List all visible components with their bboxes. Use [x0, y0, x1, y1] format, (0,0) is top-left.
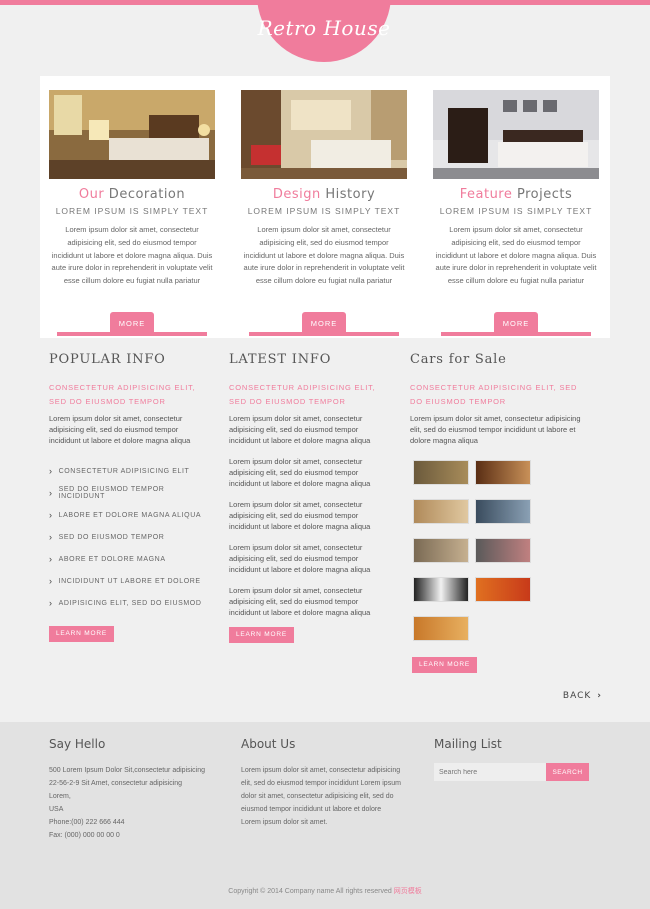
latest-paragraph: Lorem ipsum dolor sit amet, consectetur … — [229, 457, 371, 488]
mailing-form: SEARCH — [434, 763, 604, 781]
footer-mailing: Mailing List SEARCH — [434, 737, 604, 781]
gallery-thumb[interactable] — [413, 499, 469, 524]
section-body: Lorem ipsum dolor sit amet, consectetur … — [49, 414, 191, 445]
footer-about: About Us Lorem ipsum dolor sit amet, con… — [241, 737, 401, 829]
gallery-thumb[interactable] — [475, 577, 531, 602]
gallery-thumb[interactable] — [413, 460, 469, 485]
bedroom-photo — [49, 90, 215, 179]
learn-more-button[interactable]: Learn more — [49, 625, 114, 642]
section-title: POPULAR INFO — [49, 352, 166, 367]
latest-paragraph: Lorem ipsum dolor sit amet, consectetur … — [229, 543, 371, 574]
learn-more-button[interactable]: Learn more — [412, 656, 477, 673]
bedroom-photo — [241, 90, 407, 179]
section-lead: Consectetur adipisicing elit, sed do eiu… — [49, 383, 196, 406]
latest-info-section: LATEST INFO Consectetur adipisicing elit… — [229, 352, 389, 643]
address-block: 500 Lorem Ipsum Dolor Sit,consectetur ad… — [49, 767, 206, 839]
popular-link-list: › Consectetur adipisicing elit › Sed do ei… — [49, 460, 209, 614]
list-item[interactable]: › Adipisicing elit, sed do eiusmod — [49, 592, 209, 614]
footer-say-hello: Say Hello 500 Lorem Ipsum Dolor Sit,cons… — [49, 737, 219, 842]
learn-more-button[interactable]: Learn more — [229, 626, 294, 643]
footer-title: Say Hello — [49, 737, 106, 751]
feature-subtitle: Lorem ipsum is simply text — [247, 206, 401, 216]
list-item[interactable]: › Sed do eiusmod tempor incididunt — [49, 482, 209, 504]
gallery-thumb[interactable] — [475, 538, 531, 563]
popular-info-section: POPULAR INFO Consectetur adipisicing eli… — [49, 352, 209, 642]
latest-paragraph: Lorem ipsum dolor sit amet, consectetur … — [229, 586, 371, 617]
more-button[interactable]: MORE — [110, 312, 154, 334]
back-link[interactable]: BACK › — [563, 691, 602, 701]
gallery-thumb[interactable] — [475, 460, 531, 485]
gallery-thumb[interactable] — [413, 538, 469, 563]
chevron-right-icon: › — [49, 488, 53, 498]
footer-title: About Us — [241, 737, 296, 751]
chevron-right-icon: › — [49, 598, 53, 608]
logo-text: Retro House — [257, 16, 391, 40]
chevron-right-icon: › — [49, 466, 53, 476]
feature-projects: Feature Projects Lorem ipsum is simply t… — [433, 90, 599, 336]
site-logo[interactable]: Retro House — [257, 0, 391, 62]
mailing-search-button[interactable]: SEARCH — [546, 763, 589, 781]
list-item[interactable]: › Sed do eiusmod tempor — [49, 526, 209, 548]
section-title: LATEST INFO — [229, 352, 332, 367]
section-lead: Consectetur adipisicing elit, sed do eiu… — [410, 383, 578, 406]
section-body: Lorem ipsum dolor sit amet, consectetur … — [410, 414, 581, 445]
list-item[interactable]: › Labore et dolore magna aliqua — [49, 504, 209, 526]
list-item[interactable]: › Abore et dolore magna — [49, 548, 209, 570]
feature-body: Lorem ipsum dolor sit amet, consectetur … — [243, 225, 405, 286]
feature-history: Design History Lorem ipsum is simply tex… — [241, 90, 407, 336]
feature-decoration: Our Decoration Lorem ipsum is simply tex… — [49, 90, 215, 336]
photo-gallery — [413, 460, 590, 641]
footer-title: Mailing List — [434, 737, 502, 751]
section-title: Cars for Sale — [410, 352, 507, 367]
more-button[interactable]: MORE — [302, 312, 346, 334]
chevron-right-icon: › — [49, 554, 53, 564]
chevron-right-icon: › — [49, 532, 53, 542]
more-button[interactable]: MORE — [494, 312, 538, 334]
feature-subtitle: Lorem ipsum is simply text — [439, 206, 593, 216]
feature-title: Feature Projects — [459, 187, 573, 202]
section-lead: Consectetur adipisicing elit, sed do eiu… — [229, 383, 376, 406]
list-item[interactable]: › Incididunt ut labore et dolore — [49, 570, 209, 592]
about-text: Lorem ipsum dolor sit amet, consectetur … — [241, 767, 401, 826]
feature-body: Lorem ipsum dolor sit amet, consectetur … — [435, 225, 597, 286]
chevron-right-icon: › — [597, 691, 602, 701]
feature-subtitle: Lorem ipsum is simply text — [55, 206, 209, 216]
feature-body: Lorem ipsum dolor sit amet, consectetur … — [51, 225, 213, 286]
latest-paragraph: Lorem ipsum dolor sit amet, consectetur … — [229, 414, 371, 445]
footer: Say Hello 500 Lorem Ipsum Dolor Sit,cons… — [0, 722, 650, 909]
feature-title: Our Decoration — [78, 187, 186, 202]
gallery-thumb[interactable] — [413, 577, 469, 602]
copyright-link[interactable]: 网页模板 — [394, 888, 422, 895]
list-item[interactable]: › Consectetur adipisicing elit — [49, 460, 209, 482]
copyright: Copyright © 2014 Company name All rights… — [228, 888, 422, 895]
bedroom-photo — [433, 90, 599, 179]
gallery-thumb[interactable] — [413, 616, 469, 641]
feature-title: Design History — [272, 187, 376, 202]
cars-for-sale-section: Cars for Sale Consectetur adipisicing el… — [410, 352, 590, 673]
feature-panel: Our Decoration Lorem ipsum is simply tex… — [40, 76, 610, 338]
chevron-right-icon: › — [49, 510, 53, 520]
mailing-input[interactable] — [434, 763, 546, 781]
gallery-thumb[interactable] — [475, 499, 531, 524]
latest-paragraph: Lorem ipsum dolor sit amet, consectetur … — [229, 500, 371, 531]
chevron-right-icon: › — [49, 576, 53, 586]
